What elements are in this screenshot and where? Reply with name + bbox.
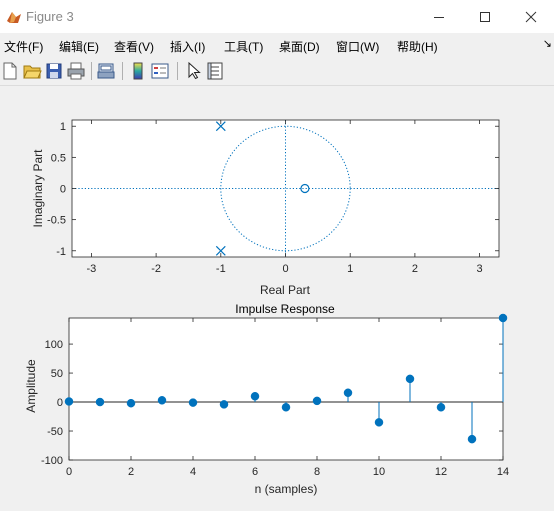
stem-marker [188, 398, 198, 407]
toolbar-separator [177, 62, 178, 80]
menu-view[interactable]: 查看(V) [114, 38, 154, 55]
y-tick-label: 50 [51, 368, 63, 380]
toolbar-separator [122, 62, 123, 80]
close-icon [525, 11, 537, 22]
menu-desktop[interactable]: 桌面(D) [279, 38, 320, 55]
menu-overflow-arrow-icon[interactable]: ↘ [543, 37, 552, 50]
menu-bar: 文件(F) 编辑(E) 查看(V) 插入(I) 工具(T) 桌面(D) 窗口(W… [0, 34, 554, 56]
stem-marker [157, 396, 167, 405]
y-tick-label: -1 [56, 246, 66, 258]
x-axis-label: n (samples) [255, 482, 318, 496]
figure-toolbar [0, 58, 554, 86]
stem-marker [405, 374, 415, 384]
print-preview-icon[interactable] [96, 61, 116, 81]
x-tick-label: 0 [282, 263, 288, 275]
x-tick-label: 4 [190, 466, 196, 478]
property-inspector-icon[interactable] [205, 61, 225, 81]
print-icon[interactable] [66, 61, 86, 81]
y-tick-label: 100 [45, 339, 63, 351]
x-tick-label: 2 [128, 466, 134, 478]
maximize-icon [480, 11, 490, 22]
stem-marker [436, 403, 446, 412]
x-tick-label: 6 [252, 466, 258, 478]
menu-tools[interactable]: 工具(T) [224, 38, 263, 55]
figure-canvas: -3 -2 -1 0 1 2 3 1 0.5 0 -0.5 -1 Real Part Imaginar… [0, 86, 554, 506]
toolbar-separator [91, 62, 92, 80]
pole-zero-axes[interactable]: -3 -2 -1 0 1 2 3 1 0.5 0 -0.5 -1 Real Part Imaginar… [31, 119, 500, 297]
x-tick-label: -1 [216, 263, 226, 275]
y-tick-label: 0.5 [51, 152, 66, 164]
y-tick-label: 0 [60, 184, 66, 196]
y-tick-label: 0 [57, 397, 63, 409]
stem-marker [219, 400, 229, 409]
menu-file[interactable]: 文件(F) [4, 38, 43, 55]
stem-marker [64, 397, 74, 406]
pointer-icon[interactable] [183, 61, 203, 81]
colorbar-icon[interactable] [128, 61, 148, 81]
stem-marker [374, 418, 384, 427]
stem-marker [343, 388, 353, 398]
minimize-icon [434, 16, 444, 18]
impulse-axes[interactable]: Impulse Response 0 2 4 6 8 10 12 14 100 50 0 -50 -10… [24, 302, 509, 496]
window-titlebar: Figure 3 [0, 0, 554, 33]
stem-marker [126, 398, 136, 408]
maximize-button[interactable] [462, 0, 508, 33]
plot-area [68, 317, 504, 461]
figure-plots: -3 -2 -1 0 1 2 310.50-0.5-1 Real Part Imaginar… [24, 119, 509, 496]
x-axis-label: Real Part [260, 283, 311, 297]
menu-insert[interactable]: 插入(I) [170, 38, 205, 55]
x-tick-label: 1 [347, 263, 353, 275]
x-tick-label: 12 [435, 466, 447, 478]
x-tick-label: 0 [66, 466, 72, 478]
open-folder-icon[interactable] [22, 61, 42, 81]
stem-marker [498, 313, 508, 323]
x-tick-label: 2 [412, 263, 418, 275]
y-tick-label: -0.5 [47, 215, 66, 227]
y-axis-label: Amplitude [24, 359, 38, 413]
chart-title: Impulse Response [235, 302, 335, 316]
y-tick-label: -50 [47, 426, 63, 438]
y-tick-label: 1 [60, 121, 66, 133]
menu-help[interactable]: 帮助(H) [397, 38, 438, 55]
save-icon[interactable] [44, 61, 64, 81]
x-tick-label: -2 [151, 263, 161, 275]
x-tick-label: -3 [87, 263, 97, 275]
x-tick-label: 3 [477, 263, 483, 275]
stem-marker [467, 434, 477, 444]
stem-marker [281, 403, 291, 412]
stem-marker [312, 396, 322, 406]
window-title: Figure 3 [26, 9, 74, 24]
y-tick-label: -100 [41, 455, 63, 467]
menu-window[interactable]: 窗口(W) [336, 38, 379, 55]
minimize-button[interactable] [416, 0, 462, 33]
matlab-app-icon [7, 12, 21, 23]
menu-edit[interactable]: 编辑(E) [59, 38, 99, 55]
x-tick-label: 14 [497, 466, 509, 478]
stem-marker [95, 397, 105, 407]
x-tick-label: 8 [314, 466, 320, 478]
y-axis-label: Imaginary Part [31, 149, 45, 228]
close-button[interactable] [508, 0, 554, 33]
x-tick-label: 10 [373, 466, 385, 478]
legend-icon[interactable] [150, 61, 170, 81]
stem-marker [250, 391, 260, 401]
new-file-icon[interactable] [0, 61, 20, 81]
